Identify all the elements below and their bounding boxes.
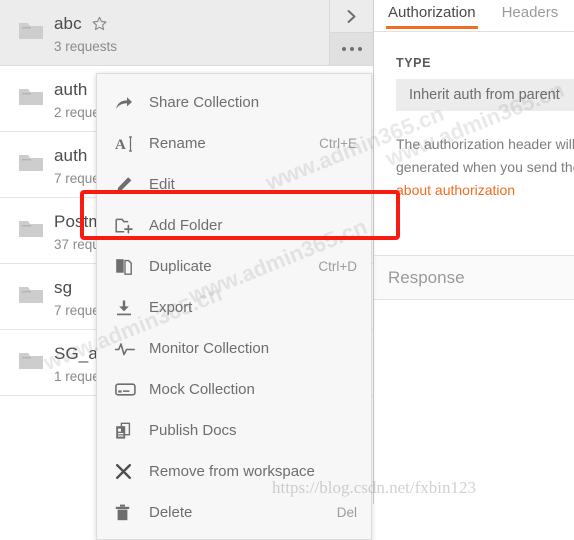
request-detail-panel: Authorization Headers TYPE Inherit auth … — [374, 0, 574, 504]
menu-label: Remove from workspace — [149, 463, 315, 480]
request-tabs: Authorization Headers — [374, 0, 574, 32]
tab-authorization[interactable]: Authorization — [386, 0, 478, 29]
tab-headers[interactable]: Headers — [502, 0, 559, 28]
dot — [349, 47, 354, 51]
folder-icon — [18, 350, 44, 371]
menu-item-export[interactable]: Export — [97, 287, 371, 328]
trash-icon — [115, 502, 149, 524]
menu-item-rename[interactable]: A Rename Ctrl+E — [97, 123, 371, 164]
rename-text-cursor-icon: A — [115, 133, 149, 155]
folder-icon — [18, 218, 44, 239]
menu-item-mock-collection[interactable]: Mock Collection — [97, 369, 371, 410]
menu-label: Edit — [149, 176, 175, 193]
folder-plus-icon — [115, 215, 149, 237]
menu-item-duplicate[interactable]: Duplicate Ctrl+D — [97, 246, 371, 287]
auth-type-label: TYPE — [396, 56, 432, 70]
auth-description-line1: The authorization header will be automat… — [396, 136, 574, 152]
pencil-icon — [115, 174, 149, 196]
star-outline-icon[interactable] — [91, 16, 108, 33]
download-icon — [115, 297, 149, 319]
server-mock-icon — [115, 379, 149, 401]
collection-name: auth — [54, 146, 88, 165]
menu-label: Delete — [149, 504, 193, 521]
dot — [357, 47, 362, 51]
collection-info: abc 3 requests — [54, 12, 373, 54]
auth-learn-more-link[interactable]: about authorization — [396, 179, 574, 202]
folder-icon — [18, 284, 44, 305]
collection-title-line: abc — [54, 14, 373, 34]
pulse-monitor-icon — [115, 338, 149, 360]
menu-item-publish-docs[interactable]: Publish Docs — [97, 410, 371, 451]
menu-shortcut: Ctrl+D — [318, 259, 357, 274]
menu-label: Export — [149, 299, 193, 316]
collection-row-selected[interactable]: abc 3 requests — [0, 0, 373, 66]
auth-description-line2: generated when you send the request. Lea… — [396, 159, 574, 175]
menu-item-share-collection[interactable]: Share Collection — [97, 82, 371, 123]
auth-description: The authorization header will be automat… — [396, 133, 574, 202]
menu-item-delete[interactable]: Delete Del — [97, 492, 371, 533]
collection-name: sg — [54, 278, 73, 297]
svg-text:A: A — [115, 137, 126, 153]
response-label: Response — [388, 267, 465, 287]
duplicate-copy-icon — [115, 256, 149, 278]
folder-icon — [18, 20, 44, 41]
menu-label: Rename — [149, 135, 206, 152]
collection-name: abc — [54, 14, 82, 33]
menu-label: Add Folder — [149, 217, 223, 234]
dot — [341, 47, 346, 51]
share-arrow-icon — [115, 92, 149, 114]
docs-publish-icon — [115, 420, 149, 442]
menu-item-edit[interactable]: Edit — [97, 164, 371, 205]
menu-label: Mock Collection — [149, 381, 255, 398]
menu-label: Share Collection — [149, 94, 260, 111]
auth-type-select[interactable]: Inherit auth from parent — [396, 79, 574, 111]
menu-shortcut: Ctrl+E — [319, 136, 357, 151]
menu-shortcut: Del — [336, 505, 357, 520]
folder-icon — [18, 152, 44, 173]
menu-label: Publish Docs — [149, 422, 237, 439]
ellipsis-icon[interactable] — [329, 33, 373, 65]
postman-window: abc 3 requests auth 2 requests auth 7 re… — [0, 0, 574, 540]
menu-item-monitor-collection[interactable]: Monitor Collection — [97, 328, 371, 369]
collection-request-count: 3 requests — [54, 39, 118, 54]
folder-icon — [18, 86, 44, 107]
collection-context-menu: Share Collection A Rename Ctrl+E Edit Ad… — [96, 73, 372, 540]
chevron-right-icon[interactable] — [329, 0, 373, 33]
menu-label: Monitor Collection — [149, 340, 270, 357]
collection-actions — [329, 0, 373, 65]
menu-label: Duplicate — [149, 258, 212, 275]
collection-name: auth — [54, 80, 88, 99]
close-x-icon — [115, 461, 149, 483]
response-section-header: Response — [374, 255, 574, 300]
menu-item-remove-from-workspace[interactable]: Remove from workspace — [97, 451, 371, 492]
menu-item-add-folder[interactable]: Add Folder — [97, 205, 371, 246]
